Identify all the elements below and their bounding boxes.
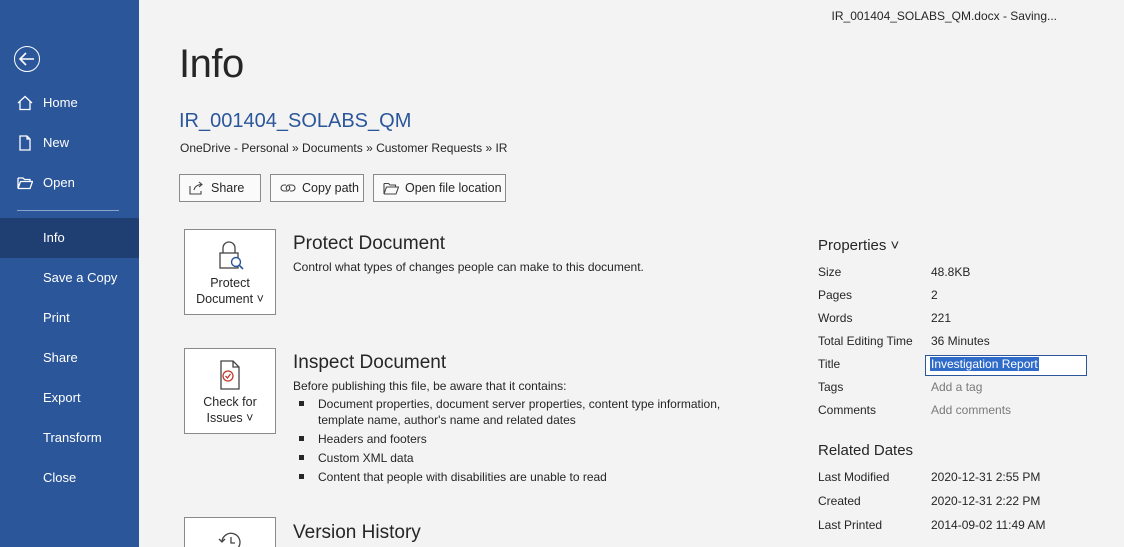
property-key: Created <box>818 494 861 508</box>
sidebar-item-label: Share <box>43 350 78 365</box>
link-icon <box>280 184 296 192</box>
sidebar-item-print[interactable]: Print <box>0 298 139 338</box>
property-key: Words <box>818 311 853 325</box>
sidebar-item-label: Info <box>43 230 65 245</box>
backstage-sidebar: Home New Open Info Save a Copy Print Sha… <box>0 0 139 547</box>
tile-label: Document ˅ <box>196 292 264 306</box>
property-key: Size <box>818 265 842 279</box>
sidebar-item-transform[interactable]: Transform <box>0 418 139 458</box>
tags-field[interactable]: Add a tag <box>931 380 982 394</box>
share-button-label: Share <box>211 181 245 195</box>
history-icon <box>218 532 241 547</box>
property-pages: Pages 2 <box>818 288 1108 304</box>
property-key: Title <box>818 357 841 371</box>
property-key: Last Modified <box>818 470 890 484</box>
property-tags: Tags Add a tag <box>818 380 1108 396</box>
inspect-items-list: Document properties, document server pro… <box>296 396 736 488</box>
home-icon <box>17 95 33 111</box>
version-history-title: Version History <box>293 522 421 543</box>
property-last-printed: Last Printed 2014-09-02 11:49 AM <box>818 518 1108 534</box>
check-for-issues-button[interactable]: Check for Issues ˅ <box>184 348 276 434</box>
title-field[interactable]: Investigation Report <box>925 355 1087 376</box>
property-value: 48.8KB <box>931 265 971 279</box>
sidebar-item-share[interactable]: Share <box>0 338 139 378</box>
property-key: Total Editing Time <box>818 334 913 348</box>
inspect-document-description: Before publishing this file, be aware th… <box>293 379 567 393</box>
lock-icon <box>219 241 244 270</box>
sidebar-item-export[interactable]: Export <box>0 378 139 418</box>
sidebar-item-label: Transform <box>43 430 102 445</box>
property-created: Created 2020-12-31 2:22 PM <box>818 494 1108 510</box>
sidebar-item-new[interactable]: New <box>0 123 139 163</box>
sidebar-item-label: Save a Copy <box>43 270 118 285</box>
sidebar-item-home[interactable]: Home <box>0 83 139 123</box>
property-editing-time: Total Editing Time 36 Minutes <box>818 334 1108 350</box>
property-last-modified: Last Modified 2020-12-31 2:55 PM <box>818 470 1108 486</box>
inspect-document-icon <box>220 360 240 390</box>
title-field-selected-text: Investigation Report <box>930 357 1039 371</box>
share-icon <box>189 181 203 195</box>
property-value: 2014-09-02 11:49 AM <box>931 518 1046 532</box>
document-name: IR_001404_SOLABS_QM <box>179 110 412 132</box>
sidebar-item-open[interactable]: Open <box>0 163 139 203</box>
copy-path-button-label: Copy path <box>302 181 359 195</box>
property-key: Last Printed <box>818 518 883 532</box>
open-file-location-button[interactable]: Open file location <box>373 174 506 202</box>
share-button[interactable]: Share <box>179 174 261 202</box>
protect-document-button[interactable]: Protect Document ˅ <box>184 229 276 315</box>
inspect-document-title: Inspect Document <box>293 352 447 373</box>
tile-label: Issues ˅ <box>206 411 254 425</box>
page-title: Info <box>179 42 244 86</box>
protect-document-description: Control what types of changes people can… <box>293 260 644 274</box>
comments-field[interactable]: Add comments <box>931 403 1011 417</box>
properties-dropdown[interactable]: Properties ˅ <box>818 237 899 254</box>
property-value: 36 Minutes <box>931 334 990 348</box>
list-item: Content that people with disabilities ar… <box>296 469 736 485</box>
back-arrow-icon <box>19 52 34 66</box>
sidebar-item-label: Close <box>43 470 77 485</box>
version-history-button[interactable] <box>184 517 276 547</box>
sidebar-item-label: Print <box>43 310 70 325</box>
sidebar-divider <box>17 210 119 211</box>
folder-open-icon <box>17 177 33 190</box>
sidebar-item-label: Home <box>43 95 78 110</box>
list-item: Custom XML data <box>296 450 736 466</box>
property-value: 2020-12-31 2:55 PM <box>931 470 1041 484</box>
tile-label: Check for <box>203 395 257 409</box>
related-dates-heading: Related Dates <box>818 442 914 459</box>
list-item: Headers and footers <box>296 431 736 447</box>
property-size: Size 48.8KB <box>818 265 1108 281</box>
property-value: 2020-12-31 2:22 PM <box>931 494 1041 508</box>
copy-path-button[interactable]: Copy path <box>270 174 364 202</box>
sidebar-item-label: Export <box>43 390 81 405</box>
property-words: Words 221 <box>818 311 1108 327</box>
protect-document-title: Protect Document <box>293 233 446 254</box>
list-item: Document properties, document server pro… <box>296 396 736 428</box>
folder-open-icon <box>383 182 399 195</box>
property-value: 2 <box>931 288 938 302</box>
property-value: 221 <box>931 311 952 325</box>
property-comments: Comments Add comments <box>818 403 1108 419</box>
back-button[interactable] <box>14 46 40 72</box>
sidebar-item-label: New <box>43 135 70 150</box>
open-file-location-button-label: Open file location <box>405 181 502 195</box>
property-key: Tags <box>818 380 844 394</box>
property-key: Pages <box>818 288 853 302</box>
property-key: Comments <box>818 403 877 417</box>
new-document-icon <box>19 135 31 151</box>
window-title-status: IR_001404_SOLABS_QM.docx - Saving... <box>831 9 1057 23</box>
sidebar-item-save-a-copy[interactable]: Save a Copy <box>0 258 139 298</box>
breadcrumb: OneDrive - Personal » Documents » Custom… <box>180 141 508 155</box>
sidebar-item-label: Open <box>43 175 75 190</box>
sidebar-item-close[interactable]: Close <box>0 458 139 498</box>
tile-label: Protect <box>210 276 250 290</box>
sidebar-item-info[interactable]: Info <box>0 218 139 258</box>
